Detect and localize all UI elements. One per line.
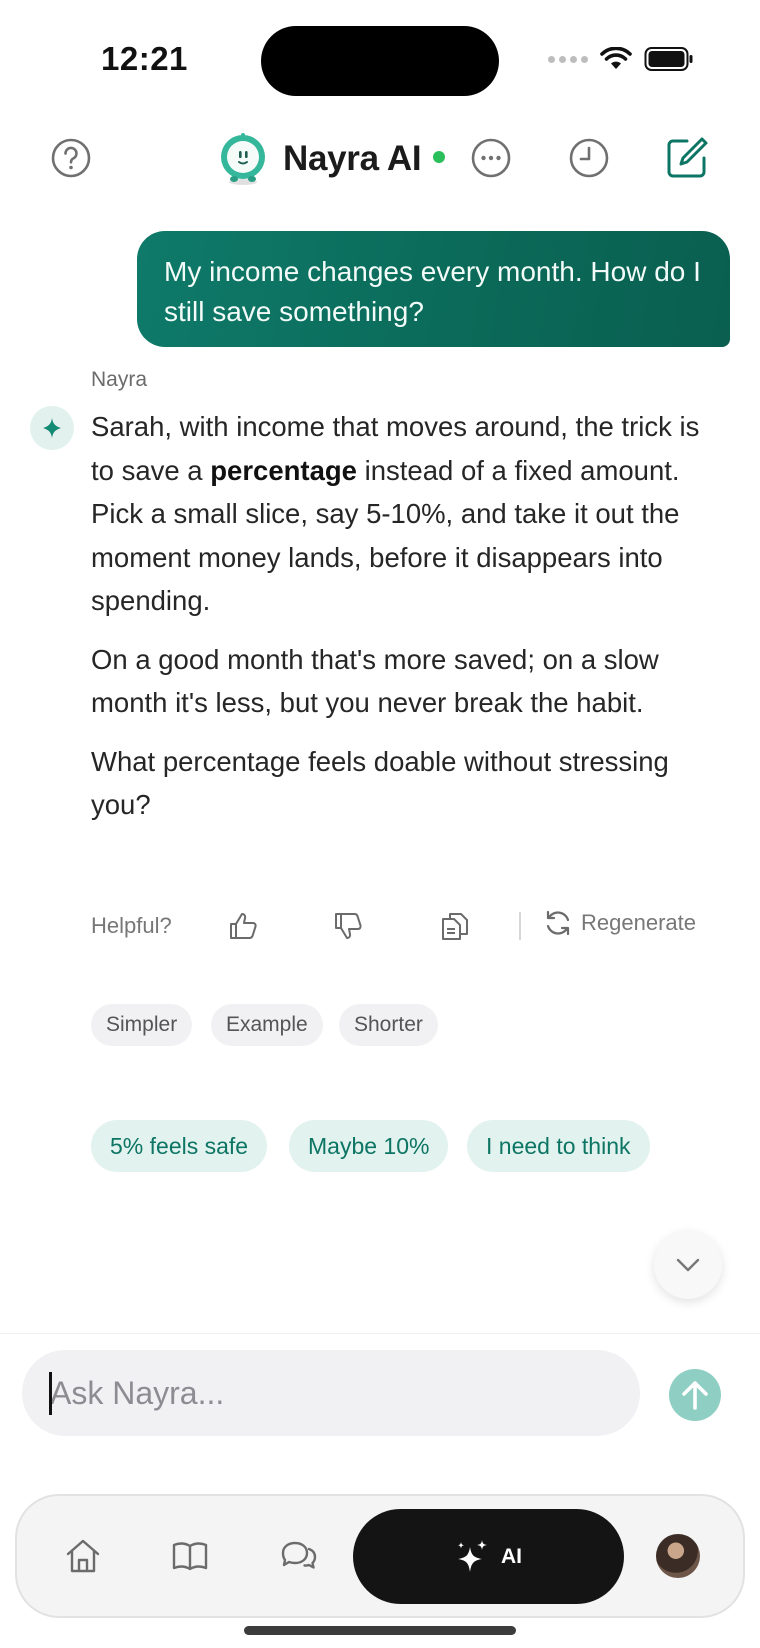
thumbs-up-button[interactable] bbox=[225, 908, 261, 944]
composer-divider bbox=[0, 1333, 760, 1334]
feedback-divider bbox=[519, 912, 521, 940]
wifi-icon bbox=[600, 47, 632, 69]
assistant-paragraph: What percentage feels doable without str… bbox=[91, 745, 669, 821]
helpful-label: Helpful? bbox=[91, 913, 172, 938]
copy-button[interactable] bbox=[437, 908, 473, 944]
chip-shorter[interactable]: Shorter bbox=[339, 1004, 438, 1046]
assistant-message: Sarah, with income that moves around, th… bbox=[91, 405, 711, 842]
quick-reply-think[interactable]: I need to think bbox=[467, 1120, 650, 1172]
new-chat-button[interactable] bbox=[664, 135, 710, 181]
refresh-icon bbox=[546, 910, 570, 936]
thumbs-down-icon bbox=[335, 913, 362, 939]
tab-home[interactable] bbox=[57, 1530, 109, 1582]
dynamic-island bbox=[261, 26, 499, 96]
text-cursor bbox=[49, 1372, 52, 1415]
sparkle-icon bbox=[43, 418, 61, 438]
quick-reply-5-percent[interactable]: 5% feels safe bbox=[91, 1120, 268, 1172]
copy-icon bbox=[442, 913, 468, 940]
tab-ai[interactable]: AI bbox=[353, 1509, 624, 1604]
help-icon bbox=[51, 138, 91, 178]
chat-bubbles-icon bbox=[281, 1541, 317, 1569]
regenerate-label: Regenerate bbox=[581, 910, 696, 935]
home-indicator bbox=[244, 1626, 516, 1635]
cellular-signal-icon bbox=[548, 55, 588, 63]
chip-simpler[interactable]: Simpler bbox=[91, 1004, 193, 1046]
scroll-to-bottom-button[interactable] bbox=[654, 1231, 722, 1299]
compose-icon bbox=[667, 137, 708, 178]
tab-learn[interactable] bbox=[164, 1530, 216, 1582]
assistant-paragraph: On a good month that's more saved; on a … bbox=[91, 643, 659, 719]
assistant-bold-text: percentage bbox=[210, 454, 357, 486]
ask-input[interactable] bbox=[22, 1350, 640, 1436]
assistant-brand: Nayra AI bbox=[217, 132, 446, 186]
chevron-down-icon bbox=[676, 1258, 700, 1272]
nayra-mascot-icon bbox=[221, 133, 265, 185]
profile-avatar[interactable] bbox=[656, 1534, 700, 1578]
assistant-avatar bbox=[30, 406, 74, 450]
regenerate-button[interactable]: Regenerate bbox=[543, 908, 696, 938]
assistant-paragraph: Sarah, with income that moves around, th… bbox=[91, 405, 711, 623]
tab-ai-label: AI bbox=[501, 1544, 522, 1568]
arrow-up-icon bbox=[682, 1381, 708, 1410]
quick-reply-10-percent[interactable]: Maybe 10% bbox=[289, 1120, 449, 1172]
status-icons bbox=[548, 46, 694, 72]
more-options-icon bbox=[471, 138, 511, 178]
assistant-name: Nayra bbox=[91, 368, 148, 391]
thumbs-down-button[interactable] bbox=[330, 908, 366, 944]
history-clock-icon bbox=[569, 138, 609, 178]
more-options-button[interactable] bbox=[468, 135, 514, 181]
battery-icon bbox=[644, 47, 693, 71]
book-icon bbox=[172, 1542, 208, 1571]
thumbs-up-icon bbox=[230, 913, 257, 939]
home-icon bbox=[66, 1539, 100, 1573]
online-status-dot bbox=[433, 151, 446, 163]
tab-community[interactable] bbox=[273, 1530, 325, 1582]
status-time: 12:21 bbox=[101, 40, 188, 77]
history-button[interactable] bbox=[566, 135, 612, 181]
help-button[interactable] bbox=[48, 135, 94, 181]
send-button[interactable] bbox=[669, 1369, 721, 1421]
ai-sparkles-icon bbox=[458, 1539, 487, 1572]
chip-example[interactable]: Example bbox=[211, 1004, 323, 1046]
page-title: Nayra AI bbox=[283, 139, 422, 178]
user-message-bubble: My income changes every month. How do I … bbox=[137, 231, 730, 347]
